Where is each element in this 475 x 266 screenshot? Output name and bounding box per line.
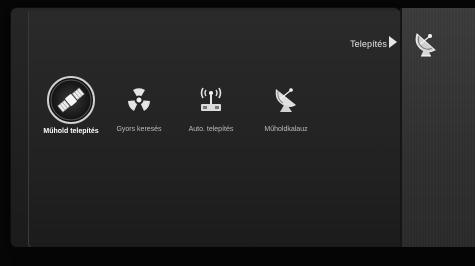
bottom-border — [11, 247, 475, 266]
menu-item-auto-install[interactable]: Auto. telepítés — [171, 80, 251, 140]
dish-antenna-icon — [275, 88, 296, 112]
page-title: Telepítés — [350, 39, 387, 49]
menu-item-label: Auto. telepítés — [188, 126, 234, 133]
satellite-dish-icon — [415, 33, 436, 57]
satellite-icon — [47, 76, 95, 124]
menu-item-label: Műholdkalauz — [264, 126, 308, 133]
title-arrow-icon — [389, 36, 397, 48]
antenna-tower-icon — [200, 87, 222, 111]
menu-item-quick-search[interactable]: Gyors keresés — [99, 80, 179, 140]
tv-screen: Telepítés Műhold telepítés Gyors keresés… — [0, 0, 475, 266]
menu-item-satellite-guide[interactable]: Műholdkalauz — [246, 80, 326, 140]
radiation-fan-icon — [128, 88, 150, 111]
menu-item-label: Gyors keresés — [116, 126, 162, 133]
